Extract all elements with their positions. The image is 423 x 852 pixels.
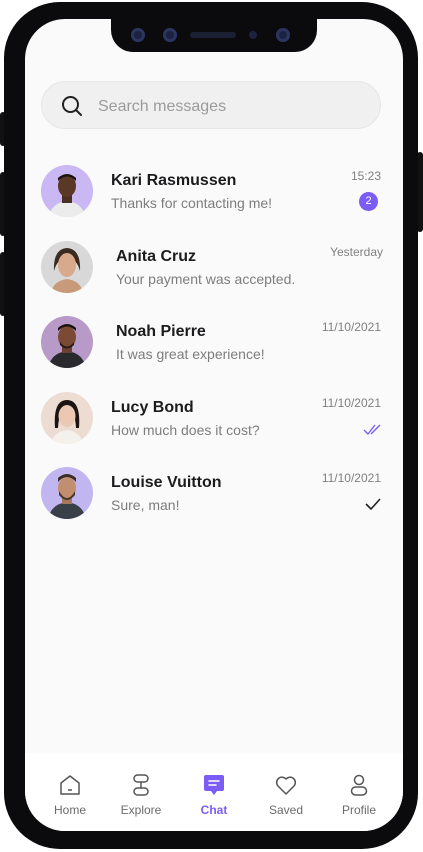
contact-name: Kari Rasmussen bbox=[111, 172, 237, 189]
search-input[interactable] bbox=[96, 94, 360, 120]
camera-icon bbox=[163, 28, 177, 42]
screen: Kari Rasmussen Thanks for contacting me!… bbox=[25, 19, 403, 831]
tab-label: Chat bbox=[200, 803, 228, 817]
explore-icon bbox=[133, 774, 149, 796]
chat-item-lucy-bond[interactable]: Lucy Bond How much does it cost? 11/10/2… bbox=[25, 386, 403, 454]
avatar bbox=[41, 316, 93, 368]
chat-icon bbox=[204, 775, 224, 795]
message-preview: Your payment was accepted. bbox=[116, 271, 296, 287]
speaker-grill bbox=[190, 32, 236, 38]
contact-name: Noah Pierre bbox=[116, 323, 206, 340]
message-preview: How much does it cost? bbox=[111, 422, 260, 438]
message-preview: Sure, man! bbox=[111, 497, 180, 513]
avatar bbox=[41, 392, 93, 444]
home-icon bbox=[60, 775, 80, 795]
message-time: Yesterday bbox=[330, 245, 383, 259]
chat-item-anita-cruz[interactable]: Anita Cruz Your payment was accepted. Ye… bbox=[25, 235, 403, 303]
tab-chat[interactable]: Chat bbox=[184, 773, 244, 817]
tab-label: Home bbox=[53, 803, 86, 817]
message-time: 11/10/2021 bbox=[321, 396, 381, 410]
camera-icon bbox=[276, 28, 290, 42]
chat-item-louise-vuitton[interactable]: Louise Vuitton Sure, man! 11/10/2021 bbox=[25, 461, 403, 529]
contact-name: Anita Cruz bbox=[116, 248, 196, 265]
message-time: 15:23 bbox=[350, 169, 381, 183]
tab-label: Profile bbox=[341, 803, 376, 817]
chat-item-noah-pierre[interactable]: Noah Pierre It was great experience! 11/… bbox=[25, 310, 403, 378]
contact-name: Louise Vuitton bbox=[111, 474, 222, 491]
unread-badge: 2 bbox=[359, 192, 378, 211]
notch bbox=[111, 19, 317, 52]
tab-explore[interactable]: Explore bbox=[111, 773, 171, 817]
phone-frame: Kari Rasmussen Thanks for contacting me!… bbox=[4, 2, 418, 849]
contact-name: Lucy Bond bbox=[111, 399, 194, 416]
profile-icon bbox=[350, 774, 368, 796]
search-icon bbox=[62, 96, 82, 116]
tab-bar: Home Explore Chat Saved Profile bbox=[25, 753, 403, 831]
avatar bbox=[41, 467, 93, 519]
search-bar[interactable] bbox=[41, 81, 381, 129]
message-time: 11/10/2021 bbox=[321, 471, 381, 485]
avatar bbox=[41, 165, 93, 217]
heart-icon bbox=[275, 776, 297, 795]
tab-home[interactable]: Home bbox=[40, 773, 100, 817]
double-check-icon bbox=[363, 424, 381, 436]
message-time: 11/10/2021 bbox=[321, 320, 381, 334]
tab-saved[interactable]: Saved bbox=[256, 773, 316, 817]
chat-item-kari-rasmussen[interactable]: Kari Rasmussen Thanks for contacting me!… bbox=[25, 159, 403, 227]
sensor-dot bbox=[249, 31, 257, 39]
camera-icon bbox=[131, 28, 145, 42]
tab-label: Explore bbox=[120, 803, 162, 817]
message-preview: Thanks for contacting me! bbox=[111, 195, 273, 211]
tab-profile[interactable]: Profile bbox=[329, 773, 389, 817]
message-preview: It was great experience! bbox=[116, 346, 265, 362]
avatar bbox=[41, 241, 93, 293]
tab-label: Saved bbox=[268, 803, 304, 817]
check-icon bbox=[365, 498, 381, 511]
